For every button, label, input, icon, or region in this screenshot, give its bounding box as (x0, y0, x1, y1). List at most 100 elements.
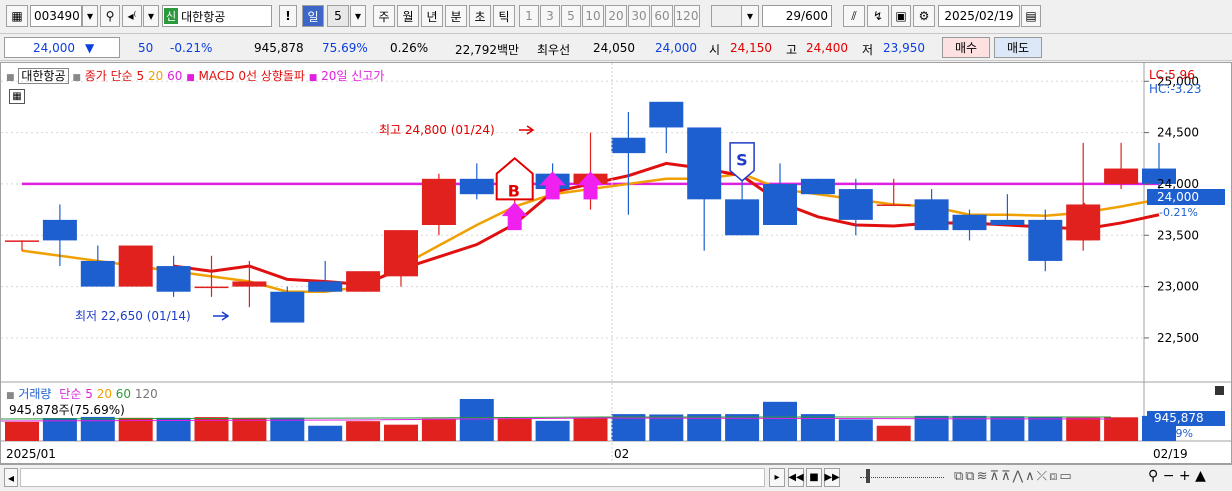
candle-type-icon[interactable]: ⫽ (843, 5, 865, 27)
price-tag-pct: -0.21% (1159, 206, 1198, 219)
period-button-4[interactable]: 초 (469, 5, 491, 27)
stock-name-field[interactable]: 신 대한항공 (162, 5, 272, 27)
period-button-3[interactable]: 분 (445, 5, 467, 27)
period-count-select[interactable]: 5 (327, 5, 349, 27)
sound-icon[interactable]: ◂⁽ (122, 5, 142, 27)
table-view-icon[interactable]: ▦ (9, 89, 25, 104)
candle-body (838, 189, 873, 220)
last-page-icon[interactable]: ▶▶ (824, 468, 840, 487)
volume-bar (838, 419, 873, 441)
candle-body (1028, 219, 1063, 261)
legend-signal2[interactable]: 20일 신고가 (321, 69, 384, 83)
candle-body (990, 219, 1025, 225)
open-price: 24,150 (730, 41, 772, 55)
tick-button-60[interactable]: 60 (651, 5, 673, 27)
grid (1, 80, 1144, 339)
candle-body (346, 271, 381, 292)
tick-button-20[interactable]: 20 (605, 5, 627, 27)
high-annotation: 최고 24,800 (01/24) (379, 123, 495, 137)
legend-ma5: 5 (136, 69, 145, 83)
volume-bar (459, 398, 494, 441)
stock-code-input[interactable]: 003490 (30, 5, 82, 27)
zoom-slider-handle[interactable] (866, 469, 870, 483)
tick-button-30[interactable]: 30 (628, 5, 650, 27)
scroll-track[interactable] (20, 468, 765, 487)
legend-ma20: 20 (147, 69, 164, 83)
trend-icon[interactable]: ↯ (867, 5, 889, 27)
candle-body (725, 199, 760, 236)
high-label: 고 (786, 43, 798, 57)
date-input[interactable]: 2025/02/19 (938, 5, 1020, 27)
volume-value: 945,878 (254, 41, 304, 55)
period-button-5[interactable]: 틱 (493, 5, 515, 27)
drawing-tools[interactable]: ⧉⧉≋⊼⊼⋀∧⤫⧈▭ (954, 469, 1074, 484)
price-box: 24,000 ▼ (4, 37, 120, 58)
buy-button[interactable]: 매수 (942, 37, 990, 58)
legend-bullet-icon: ■ (186, 73, 195, 83)
zoom-icons[interactable]: ⚲ − + ▲ (1148, 468, 1206, 484)
stop-icon[interactable]: ■ (806, 468, 822, 487)
new-high-arrow-icon (501, 202, 528, 231)
candle-body (270, 291, 305, 323)
scroll-right-icon[interactable]: ▸ (769, 468, 785, 487)
period-button-0[interactable]: 주 (373, 5, 395, 27)
chart-area[interactable]: 25,000 24,500 24,000 23,500 23,000 22,500 BS … (0, 62, 1232, 464)
tick-button-3[interactable]: 3 (540, 5, 560, 27)
volume-ratio: 75.69% (322, 41, 368, 55)
sell-button[interactable]: 매도 (994, 37, 1042, 58)
save-icon[interactable]: ▣ (891, 5, 911, 27)
volume-bar (535, 420, 570, 441)
zoom-slider[interactable] (860, 477, 944, 478)
tick-button-1[interactable]: 1 (519, 5, 539, 27)
search-icon[interactable]: ⚲ (100, 5, 120, 27)
change-amount: 50 (138, 41, 154, 55)
code-dropdown-icon[interactable]: ▾ (82, 5, 98, 27)
best-ask: 24,000 (655, 41, 697, 55)
period-daily-button[interactable]: 일 (302, 5, 324, 27)
scroll-bar: ◂ ▸ ◀◀ ■ ▶▶ ⧉⧉≋⊼⊼⋀∧⤫⧈▭ ⚲ − + ▲ (0, 464, 1232, 491)
volume-label[interactable]: 거래량 (18, 387, 51, 401)
legend-stock[interactable]: 대한항공 (18, 68, 69, 84)
turnover: 0.26% (390, 41, 429, 55)
change-percent: -0.21% (170, 41, 213, 55)
candle-body (800, 178, 835, 195)
candle-body (914, 199, 949, 231)
quote-bar: 24,000 ▼ 50 -0.21% 945,878 75.69% 0.26% … (0, 35, 1232, 61)
interval-dropdown-icon[interactable]: ▾ (741, 5, 759, 27)
legend-signal1[interactable]: MACD 0선 상향돌파 (199, 69, 305, 83)
pane-close-icon[interactable] (1215, 386, 1224, 395)
candle-body (118, 245, 153, 287)
period-button-2[interactable]: 년 (421, 5, 443, 27)
gear-icon[interactable]: ⚙ (913, 5, 935, 27)
tick-button-10[interactable]: 10 (582, 5, 604, 27)
volume-ma5: 5 (85, 387, 93, 401)
volume-bar (1028, 417, 1063, 441)
period-count-dropdown-icon[interactable]: ▾ (350, 5, 366, 27)
volume-bar (952, 415, 987, 441)
vol-tag-pct: 75.69% (1151, 427, 1193, 440)
volume-bar (990, 416, 1025, 441)
tick-button-120[interactable]: 120 (674, 5, 700, 27)
first-page-icon[interactable]: ◀◀ (788, 468, 804, 487)
volume-bar (914, 415, 949, 441)
candle-body (194, 286, 229, 289)
volume-bar (42, 417, 77, 441)
hc-label: HC:-3.23 (1149, 82, 1202, 96)
tick-button-5[interactable]: 5 (561, 5, 581, 27)
change-arrow: ▼ (85, 41, 95, 55)
calendar-icon[interactable]: ▤ (1021, 5, 1041, 27)
volume-bar (346, 421, 381, 441)
lc-label: LC:5.96 (1149, 68, 1195, 82)
sound-dropdown-icon[interactable]: ▾ (143, 5, 159, 27)
panel-toggle-icon[interactable]: ▦ (6, 5, 28, 27)
low-arrow-icon (213, 311, 230, 321)
volume-bar (421, 418, 456, 441)
period-button-1[interactable]: 월 (397, 5, 419, 27)
page-count-field[interactable]: 29/600 (762, 5, 832, 27)
legend-ma[interactable]: 종가 단순 (85, 69, 133, 83)
alert-button[interactable]: ! (279, 5, 297, 27)
candle-body (459, 178, 494, 195)
y-tick-label: 22,500 (1157, 331, 1199, 345)
page-current: 29 (785, 9, 802, 23)
scroll-left-icon[interactable]: ◂ (4, 468, 18, 487)
